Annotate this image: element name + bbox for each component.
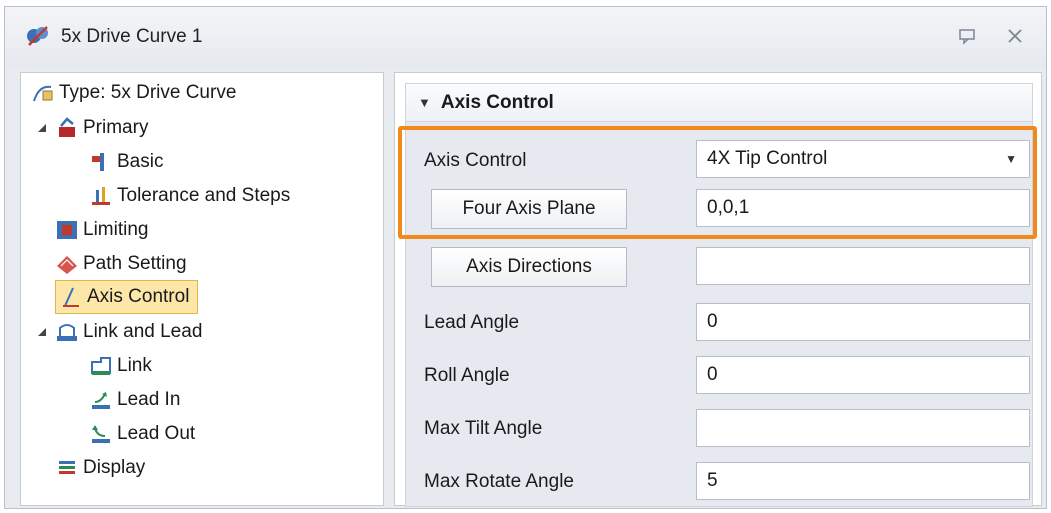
tree-item-label: Primary <box>83 117 149 138</box>
collapse-arrow-icon[interactable] <box>35 121 49 135</box>
settings-tree: Type: 5x Drive Curve Primary Basic Toler… <box>20 72 384 506</box>
axis-directions-field[interactable] <box>696 247 1030 285</box>
tree-item-link-and-lead[interactable]: Link and Lead <box>35 315 202 349</box>
pin-icon[interactable] <box>958 27 978 45</box>
roll-angle-field[interactable]: 0 <box>696 356 1030 394</box>
four-axis-plane-field[interactable]: 0,0,1 <box>696 189 1030 227</box>
properties-panel: ▼ Axis Control Axis Control 4X Tip Contr… <box>394 72 1042 507</box>
dialog-window: 5x Drive Curve 1 Type: 5x Drive Curve Pr… <box>4 6 1047 509</box>
close-icon[interactable] <box>1005 26 1025 46</box>
collapse-triangle-icon[interactable]: ▼ <box>418 95 431 110</box>
tree-item-label: Link <box>117 355 152 376</box>
tree-item-label: Lead Out <box>117 423 196 444</box>
tree-item-lead-in[interactable]: Lead In <box>89 383 180 417</box>
tree-item-type[interactable]: Type: 5x Drive Curve <box>31 76 236 110</box>
axis-directions-button[interactable]: Axis Directions <box>431 247 627 287</box>
lead-in-icon <box>92 392 110 409</box>
tree-item-label: Path Setting <box>83 253 187 274</box>
collapse-arrow-icon[interactable] <box>35 325 49 339</box>
axis-control-value: 4X Tip Control <box>707 148 828 169</box>
tree-item-label: Link and Lead <box>83 321 203 342</box>
tree-item-label: Type: 5x Drive Curve <box>59 82 237 103</box>
axis-control-dropdown[interactable]: 4X Tip Control ▼ <box>696 140 1030 178</box>
lead-out-icon <box>92 425 110 443</box>
link-icon <box>91 357 111 375</box>
max-tilt-angle-field[interactable] <box>696 409 1030 447</box>
tree-item-display[interactable]: Display <box>55 451 145 485</box>
section-header[interactable]: ▼ Axis Control <box>406 84 1032 122</box>
link-and-lead-icon <box>57 324 77 341</box>
tree-item-basic[interactable]: Basic <box>89 145 163 179</box>
max-rotate-angle-field[interactable]: 5 <box>696 462 1030 500</box>
title-bar: 5x Drive Curve 1 <box>5 7 1046 67</box>
max-tilt-angle-label: Max Tilt Angle <box>424 418 543 439</box>
tree-item-label: Basic <box>117 151 164 172</box>
tree-item-tolerance-and-steps[interactable]: Tolerance and Steps <box>89 179 290 213</box>
window-title: 5x Drive Curve 1 <box>61 26 203 47</box>
four-axis-plane-button[interactable]: Four Axis Plane <box>431 189 627 229</box>
dropdown-arrow-icon: ▼ <box>1005 152 1017 166</box>
roll-angle-label: Roll Angle <box>424 365 510 386</box>
tree-item-label: Tolerance and Steps <box>117 185 291 206</box>
axis-control-icon <box>63 287 79 307</box>
limiting-icon <box>57 221 77 239</box>
tree-item-label: Limiting <box>83 219 149 240</box>
max-rotate-angle-label: Max Rotate Angle <box>424 471 574 492</box>
tree-item-label: Display <box>83 457 146 478</box>
display-icon <box>59 461 75 474</box>
tree-item-lead-out[interactable]: Lead Out <box>89 417 195 451</box>
primary-icon <box>59 117 75 137</box>
lead-angle-field[interactable]: 0 <box>696 303 1030 341</box>
tree-item-axis-control[interactable]: Axis Control <box>55 280 199 314</box>
tree-item-limiting[interactable]: Limiting <box>55 213 148 247</box>
tree-item-primary[interactable]: Primary <box>35 111 148 145</box>
basic-tool-icon <box>92 153 104 171</box>
curve-type-icon <box>33 85 53 102</box>
tree-item-path-setting[interactable]: Path Setting <box>55 247 187 281</box>
tree-item-link[interactable]: Link <box>89 349 152 383</box>
tree-item-label: Axis Control <box>87 286 190 307</box>
tree-item-label: Lead In <box>117 389 181 410</box>
axis-control-section: ▼ Axis Control Axis Control 4X Tip Contr… <box>405 83 1033 507</box>
drive-curve-app-icon <box>27 26 48 46</box>
tolerance-icon <box>92 187 110 205</box>
section-title: Axis Control <box>440 91 554 113</box>
lead-angle-label: Lead Angle <box>424 312 520 333</box>
path-setting-icon <box>57 256 77 274</box>
axis-control-label: Axis Control <box>424 150 527 171</box>
